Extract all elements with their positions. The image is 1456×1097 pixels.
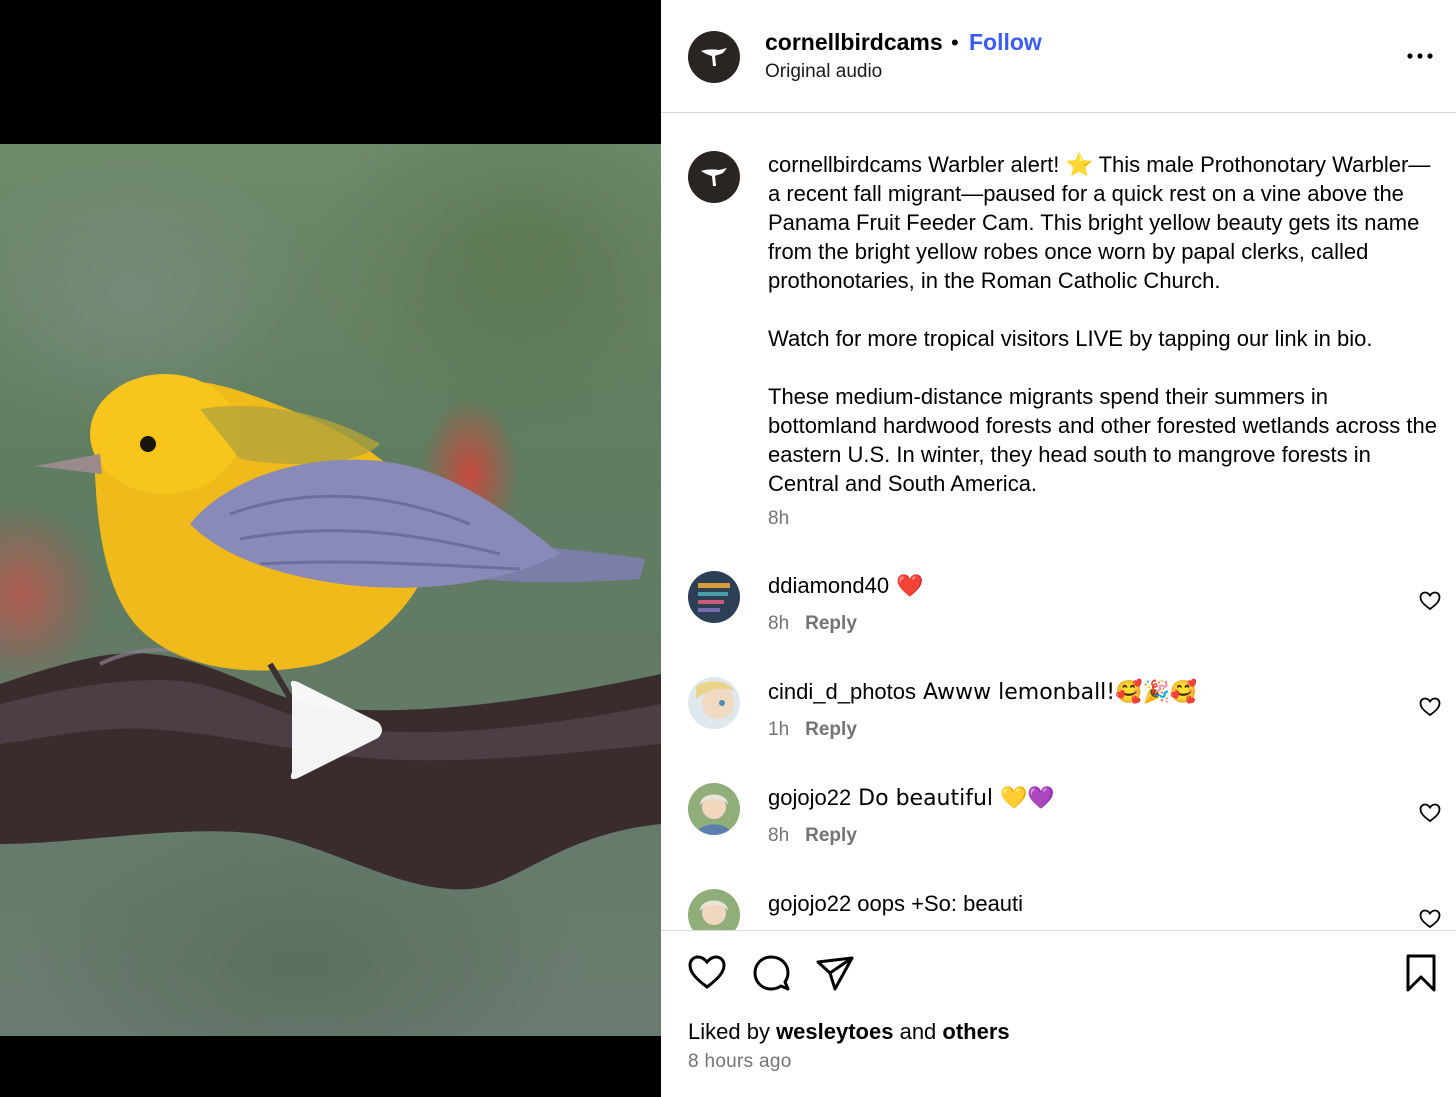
post-timestamp: 8 hours ago — [688, 1051, 792, 1072]
comment-icon[interactable] — [751, 953, 791, 993]
caption-body: Warbler alert! ⭐ This male Prothonotary … — [768, 152, 1437, 496]
comments-list[interactable]: ddiamond40 ❤️ 8h Reply cindi_d_photos Aww… — [661, 560, 1456, 930]
comment-body: oops +So: beauti — [851, 891, 1024, 916]
bookmark-icon[interactable] — [1401, 953, 1441, 993]
play-icon[interactable] — [284, 678, 384, 782]
comment-item: gojojo22 oops +So: beauti — [661, 889, 1456, 930]
reply-button[interactable]: Reply — [805, 613, 857, 634]
bird-logo-icon — [701, 168, 727, 186]
comment-body: Do beautiful 💛💜 — [851, 786, 1055, 811]
post-username[interactable]: cornellbirdcams — [765, 29, 943, 56]
comment-text: cindi_d_photos Awww lemonball!🥰🎉🥰 — [768, 677, 1197, 708]
caption-avatar[interactable] — [688, 151, 740, 203]
comment-body: ❤️ — [889, 574, 924, 599]
reply-button[interactable]: Reply — [805, 719, 857, 740]
comment-username[interactable]: gojojo22 — [768, 891, 851, 916]
liked-and: and — [893, 1019, 943, 1044]
comment-username[interactable]: cindi_d_photos — [768, 679, 916, 704]
action-bar: Liked by wesleytoes and others 8 hours a… — [661, 930, 1456, 1097]
avatar[interactable] — [688, 783, 740, 835]
avatar[interactable] — [688, 31, 740, 83]
caption-time: 8h — [768, 508, 790, 529]
comment-body: Awww lemonball!🥰🎉🥰 — [916, 680, 1198, 705]
more-icon[interactable] — [1405, 44, 1435, 68]
audio-label[interactable]: Original audio — [765, 61, 882, 83]
liked-others[interactable]: others — [942, 1019, 1009, 1044]
comment-time: 1h — [768, 719, 790, 740]
liked-by-prefix: Liked by — [688, 1019, 777, 1044]
comment-item: cindi_d_photos Awww lemonball!🥰🎉🥰 1h Repl… — [661, 677, 1456, 767]
comment-username[interactable]: gojojo22 — [768, 785, 851, 810]
reply-button[interactable]: Reply — [805, 825, 857, 846]
comment-item: ddiamond40 ❤️ 8h Reply — [661, 571, 1456, 661]
comment-item: gojojo22 Do beautiful 💛💜 8h Reply — [661, 783, 1456, 873]
comment-username[interactable]: ddiamond40 — [768, 573, 889, 598]
comment-meta: 8h Reply — [768, 613, 857, 635]
comment-text: gojojo22 Do beautiful 💛💜 — [768, 783, 1055, 814]
comment-time: 8h — [768, 613, 790, 634]
comment-meta: 1h Reply — [768, 719, 857, 741]
video-frame[interactable] — [0, 144, 661, 1036]
heart-icon[interactable] — [1419, 697, 1441, 717]
bird-logo-icon — [701, 48, 727, 66]
share-icon[interactable] — [815, 953, 855, 993]
post-details: cornellbirdcams • Follow Original audio … — [661, 0, 1456, 1097]
warbler-image — [0, 374, 661, 890]
comment-meta: 8h Reply — [768, 825, 857, 847]
heart-icon[interactable] — [687, 953, 727, 993]
caption-username[interactable]: cornellbirdcams — [768, 152, 922, 177]
heart-icon[interactable] — [1419, 591, 1441, 611]
comment-text: gojojo22 oops +So: beauti — [768, 889, 1023, 919]
media-panel — [0, 0, 661, 1097]
likes-summary: Liked by wesleytoes and others — [688, 1019, 1010, 1045]
avatar[interactable] — [688, 677, 740, 729]
separator-dot: • — [951, 30, 959, 55]
post-header: cornellbirdcams • Follow Original audio — [661, 0, 1456, 113]
heart-icon[interactable] — [1419, 909, 1441, 929]
caption-text: cornellbirdcams Warbler alert! ⭐ This ma… — [768, 150, 1438, 498]
comment-time: 8h — [768, 825, 790, 846]
follow-button[interactable]: Follow — [969, 29, 1042, 56]
heart-icon[interactable] — [1419, 803, 1441, 823]
liked-by-user[interactable]: wesleytoes — [776, 1019, 893, 1044]
avatar[interactable] — [688, 571, 740, 623]
comment-text: ddiamond40 ❤️ — [768, 571, 924, 602]
avatar[interactable] — [688, 889, 740, 930]
